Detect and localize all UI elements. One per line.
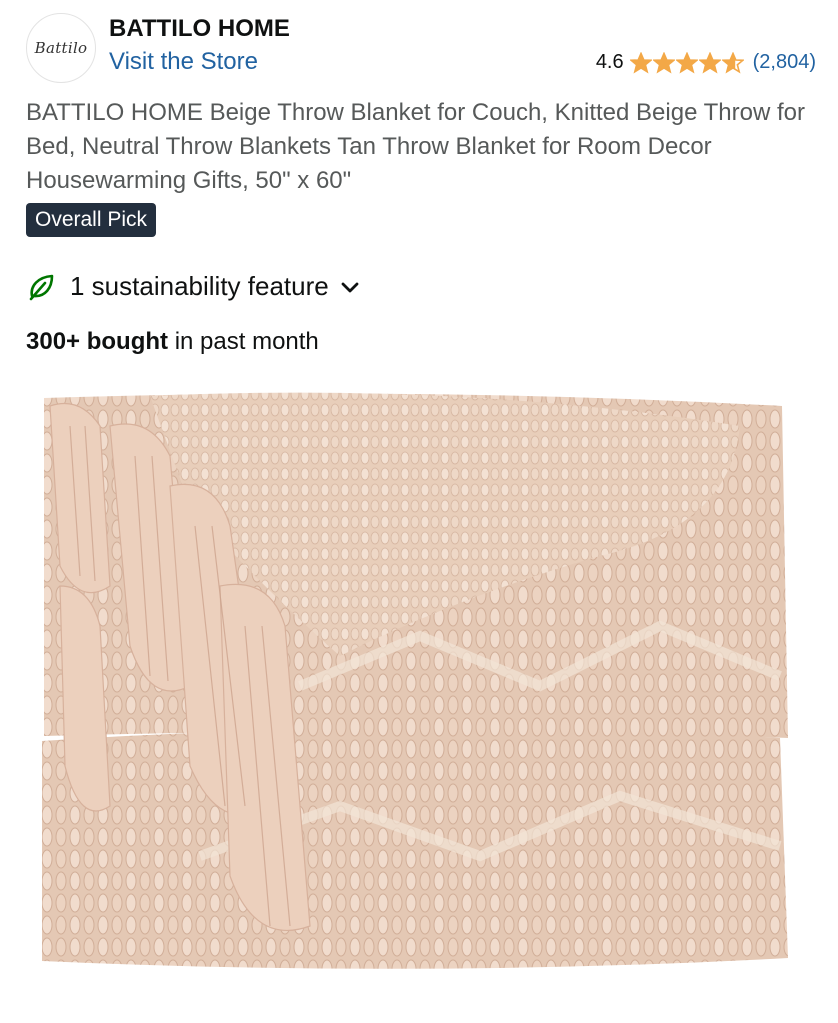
folded-knit-blanket-image[interactable] bbox=[40, 386, 794, 988]
star-icon bbox=[721, 51, 744, 74]
brand-name[interactable]: BATTILO HOME bbox=[109, 15, 290, 43]
leaf-icon bbox=[29, 274, 54, 300]
star-icon bbox=[629, 51, 652, 74]
rating-summary[interactable]: 4.6 (2,804) bbox=[596, 51, 816, 74]
sustainability-feature-toggle[interactable]: 1 sustainability feature bbox=[26, 271, 361, 302]
visit-store-link[interactable]: Visit the Store bbox=[109, 48, 258, 76]
rating-value: 4.6 bbox=[595, 51, 624, 73]
sustainability-label: 1 sustainability feature bbox=[70, 271, 329, 301]
star-icon bbox=[698, 51, 721, 74]
brand-logo[interactable]: Battilo bbox=[26, 13, 96, 83]
bought-count-suffix: in past month bbox=[168, 328, 319, 355]
star-rating-icon bbox=[629, 51, 745, 74]
overall-pick-badge: Overall Pick bbox=[26, 203, 157, 237]
brand-header: Battilo BATTILO HOME Visit the Store 4.6… bbox=[26, 10, 816, 83]
brand-logo-text: Battilo bbox=[34, 39, 88, 57]
product-title: BATTILO HOME Beige Throw Blanket for Cou… bbox=[26, 99, 806, 194]
rating-count-link[interactable]: (2,804) bbox=[753, 51, 816, 74]
star-icon bbox=[652, 51, 675, 74]
star-icon bbox=[675, 51, 698, 74]
bought-count-bold: 300+ bought bbox=[26, 328, 169, 355]
chevron-down-icon bbox=[341, 282, 359, 292]
bought-count: 300+ bought in past month bbox=[26, 328, 319, 356]
